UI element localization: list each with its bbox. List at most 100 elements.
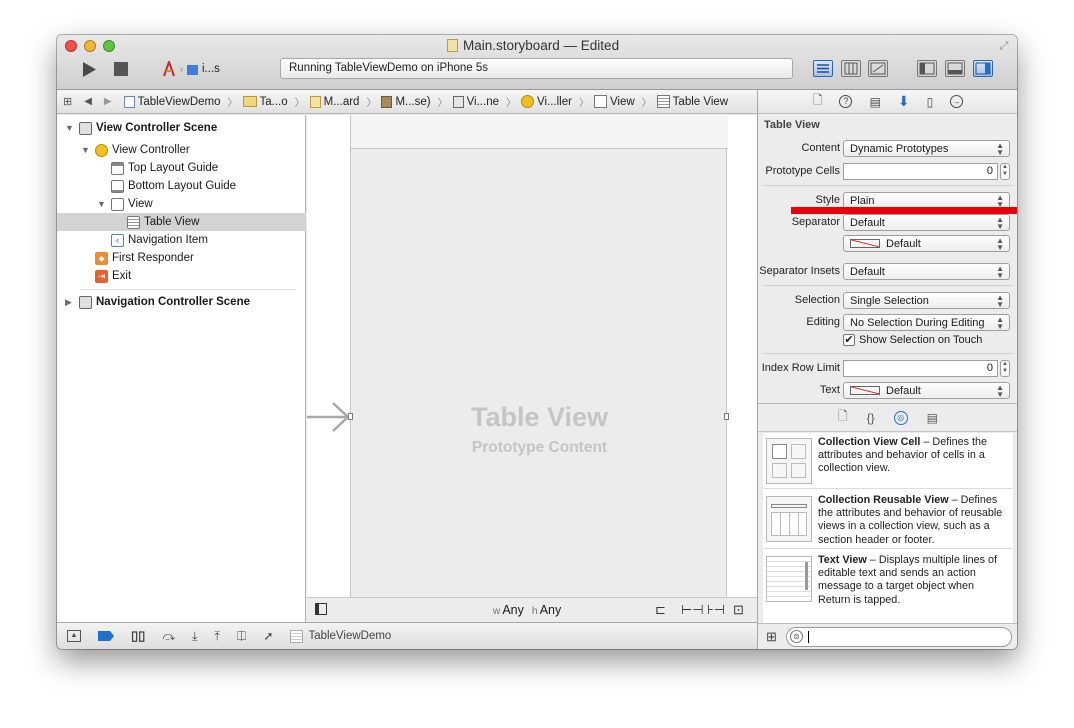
prototype-cells-field[interactable]: 0 [843, 163, 998, 180]
content-popup[interactable]: Dynamic Prototypes ▲ ▼ [843, 140, 1010, 157]
toggle-utilities-button[interactable] [973, 60, 993, 77]
size-inspector-icon[interactable]: ▯ [927, 95, 934, 109]
view-icon [593, 95, 607, 108]
editing-popup[interactable]: No Selection During Editing ▲ ▼ [843, 314, 1010, 331]
zoom-window-button[interactable] [103, 40, 115, 52]
disclosure-open-icon[interactable]: ▼ [81, 145, 91, 155]
toggle-navigator-button[interactable] [917, 60, 937, 77]
library-filter-bar: ⊞ ⊜ [758, 623, 1017, 649]
jumpbar-item-project[interactable]: TableViewDemo [123, 95, 221, 108]
jumpbar-item-scene[interactable]: Vi...ne [452, 95, 499, 108]
run-button[interactable] [79, 59, 99, 79]
connections-inspector-icon[interactable]: → [950, 95, 964, 108]
storyboard-file-icon [447, 39, 458, 52]
align-icon[interactable]: ⊏ [655, 602, 666, 618]
minimize-window-button[interactable] [84, 40, 96, 52]
step-into-icon[interactable]: ⤓ [192, 629, 197, 644]
text-cursor [808, 631, 809, 643]
right-panel-icon [975, 62, 991, 75]
fullscreen-button[interactable]: ⤢ [997, 39, 1011, 53]
file-inspector-icon[interactable]: 🗋 [813, 91, 823, 112]
show-selection-label: Show Selection on Touch [859, 334, 983, 346]
prototype-cells-stepper[interactable]: ▲ ▼ [1000, 163, 1010, 180]
outline-row-view-controller[interactable]: ▼ View Controller [81, 141, 190, 159]
quick-help-icon[interactable]: ? [839, 95, 853, 108]
outline-row-navigation-item[interactable]: ‹ Navigation Item [111, 231, 208, 249]
outline-row-first-responder[interactable]: ◆ First Responder [95, 249, 194, 267]
app-target-icon [163, 61, 175, 77]
outline-row-exit[interactable]: ⇥ Exit [95, 267, 131, 285]
outline-row-label: View Controller Scene [96, 122, 218, 134]
outline-row-navigation-controller-scene[interactable]: ▶ Navigation Controller Scene [65, 293, 250, 311]
outline-row-view[interactable]: ▼ View [97, 195, 153, 213]
size-class-w-label: w [492, 604, 501, 617]
disclosure-open-icon[interactable]: ▼ [65, 123, 75, 133]
outline-row-view-controller-scene[interactable]: ▼ View Controller Scene [65, 119, 217, 137]
editing-label: Editing [806, 316, 840, 328]
play-icon [83, 61, 96, 77]
divider [763, 185, 1013, 186]
jumpbar-item-view-controller[interactable]: Vi...ller [521, 95, 572, 108]
jumpbar-item-table-view[interactable]: Table View [656, 95, 728, 108]
left-panel-icon [919, 62, 935, 75]
hide-debug-area-icon[interactable]: ▲ [67, 630, 81, 642]
show-selection-checkbox[interactable]: ✔ Show Selection on Touch [843, 334, 982, 346]
back-arrow-icon[interactable]: ◀ [84, 96, 92, 107]
separator-insets-popup[interactable]: Default ▲ ▼ [843, 263, 1010, 280]
standard-editor-button[interactable] [813, 60, 833, 77]
related-items-icon[interactable]: ⊞ [63, 95, 72, 108]
storyboard-canvas[interactable]: Table View Prototype Content [307, 115, 757, 601]
object-library-icon[interactable]: ◎ [893, 410, 908, 425]
library-filter-field[interactable]: ⊜ [786, 627, 1012, 647]
assistant-editor-button[interactable] [841, 60, 861, 77]
resolve-autolayout-icon[interactable]: ⊦⊣ [707, 602, 725, 618]
jumpbar-item-storyboard[interactable]: M...ard [309, 95, 359, 108]
jumpbar-item-group[interactable]: Ta...o [242, 96, 288, 108]
jumpbar-item-base[interactable]: M...se) [381, 95, 431, 108]
outline-row-bottom-layout-guide[interactable]: Bottom Layout Guide [111, 177, 236, 195]
selection-popup[interactable]: Single Selection ▲ ▼ [843, 292, 1010, 309]
size-class-control[interactable]: w Any h Any [493, 603, 562, 617]
outline-row-table-view[interactable]: Table View [57, 213, 306, 231]
editing-value: No Selection During Editing [850, 316, 985, 329]
library-item[interactable]: Collection Reusable View – Defines the a… [763, 491, 1013, 549]
table-view-scene[interactable]: Table View Prototype Content [348, 115, 729, 601]
disclosure-closed-icon[interactable]: ▶ [65, 297, 75, 308]
code-snippet-library-icon[interactable]: {} [867, 411, 875, 425]
pin-icon[interactable]: ⊢⊣ [681, 602, 704, 618]
file-template-library-icon[interactable]: 🗋 [838, 407, 848, 428]
index-row-limit-stepper[interactable]: ▲ ▼ [1000, 360, 1010, 377]
separator-color-popup[interactable]: Default ▲ ▼ [843, 235, 1010, 252]
resizing-behavior-icon[interactable]: ⊡ [733, 602, 744, 618]
table-view-icon [656, 95, 670, 108]
document-outline-toggle-icon[interactable] [315, 603, 327, 615]
outline-row-top-layout-guide[interactable]: Top Layout Guide [111, 159, 218, 177]
toggle-debug-area-button[interactable] [945, 60, 965, 77]
stop-button[interactable] [113, 61, 129, 77]
library-item-title: Text View [818, 554, 867, 566]
library-item[interactable]: Collection View Cell – Defines the attri… [763, 433, 1013, 489]
close-window-button[interactable] [65, 40, 77, 52]
debug-target[interactable]: TableViewDemo [290, 629, 391, 643]
breakpoints-toggle-icon[interactable] [98, 631, 114, 641]
text-color-popup[interactable]: Default ▲ ▼ [843, 382, 1010, 399]
attributes-inspector-icon[interactable]: ⬇ [898, 93, 910, 110]
attributes-inspector: Table View Content Dynamic Prototypes ▲ ▼ … [758, 115, 1017, 403]
step-over-icon[interactable]: ⤼ [162, 629, 175, 644]
library-item-text: Text View – Displays multiple lines of e… [818, 554, 1008, 607]
disclosure-open-icon[interactable]: ▼ [97, 199, 107, 209]
version-editor-button[interactable] [868, 60, 888, 77]
scheme-selector[interactable]: › i...s [161, 60, 241, 78]
view-debugging-icon[interactable]: ⎅ [237, 629, 247, 644]
media-library-icon[interactable]: ▤ [927, 411, 938, 425]
forward-arrow-icon[interactable]: ▶ [104, 96, 112, 107]
step-out-icon[interactable]: ⤒ [214, 629, 219, 644]
library-item[interactable]: Text View – Displays multiple lines of e… [763, 551, 1013, 609]
pause-icon[interactable]: ▯▯ [131, 628, 145, 644]
grid-view-icon[interactable]: ⊞ [766, 629, 777, 645]
jumpbar-item-view[interactable]: View [593, 95, 635, 108]
separator-popup[interactable]: Default ▲ ▼ [843, 214, 1010, 231]
location-icon[interactable]: ➚ [263, 629, 273, 643]
index-row-limit-field[interactable]: 0 [843, 360, 998, 377]
identity-inspector-icon[interactable]: ▤ [869, 95, 880, 109]
